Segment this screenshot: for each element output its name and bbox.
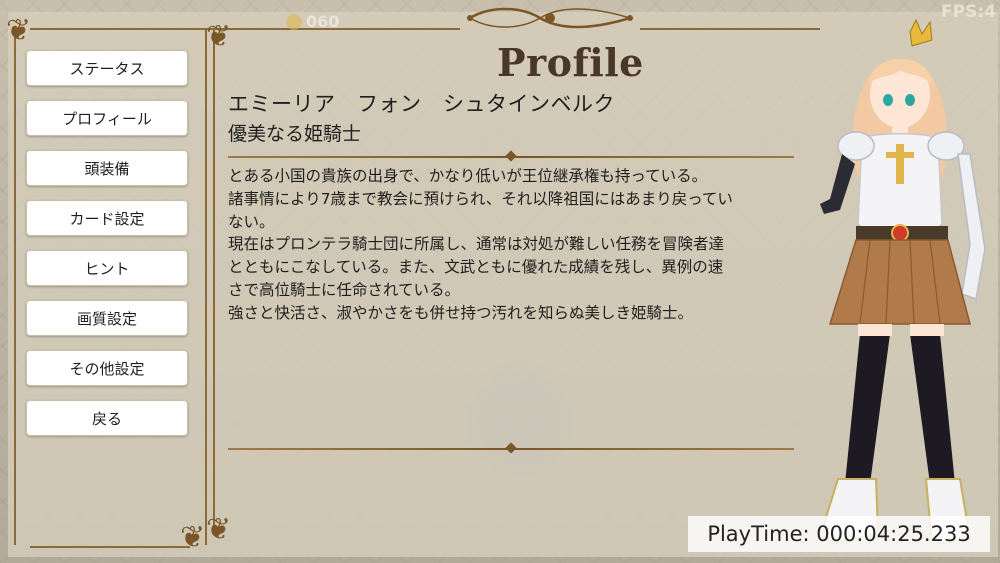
playtime-display: PlayTime: 000:04:25.233 xyxy=(688,516,990,552)
description-line: 諸事情により7歳まで教会に預けられ、それ以降祖国にはあまり戻ってい xyxy=(228,189,733,208)
corner-ornament-inner-top-icon: ❦ xyxy=(206,19,232,54)
description-line: とともにこなしている。また、文武ともに優れた成績を残し、異例の速 xyxy=(228,258,724,277)
menu-label: その他設定 xyxy=(69,359,145,378)
menu-profile-button[interactable]: プロフィール xyxy=(26,100,188,136)
description-line: 現在はプロンテラ騎士団に所属し、通常は対処が難しい任務を冒険者達 xyxy=(228,235,725,254)
menu-label: ヒント xyxy=(84,259,130,278)
character-portrait xyxy=(820,18,986,546)
hud-score: 060 xyxy=(306,12,340,31)
menu-hint-button[interactable]: ヒント xyxy=(26,250,188,286)
menu-label: ステータス xyxy=(69,59,145,78)
divider-top xyxy=(228,156,794,158)
frame-left-outer xyxy=(14,30,16,545)
character-name: エミーリア フォン シュタインベルク xyxy=(228,92,615,116)
menu-label: 戻る xyxy=(91,409,122,428)
menu-other-settings-button[interactable]: その他設定 xyxy=(26,350,188,386)
menu-status-button[interactable]: ステータス xyxy=(26,50,188,86)
frame-left-inner xyxy=(205,30,207,545)
frame-top-right xyxy=(640,28,820,30)
menu-label: プロフィール xyxy=(62,109,152,128)
menu-card-settings-button[interactable]: カード設定 xyxy=(26,200,188,236)
side-menu: ステータス プロフィール 頭装備 カード設定 ヒント 画質設定 その他設定 戻る xyxy=(26,50,190,450)
corner-ornament-bottom-left-icon: ❦ xyxy=(180,520,206,555)
description-line: とある小国の貴族の出身で、かなり低いが王位継承権も持っている。 xyxy=(228,167,708,185)
menu-head-equipment-button[interactable]: 頭装備 xyxy=(26,150,188,186)
frame-inner-left xyxy=(213,30,215,530)
page-title: Profile xyxy=(497,40,644,85)
character-epithet: 優美なる姫騎士 xyxy=(228,123,362,145)
divider-bottom xyxy=(228,448,794,450)
menu-label: 頭装備 xyxy=(84,159,130,178)
character-description: とある小国の貴族の出身で、かなり低いが王位継承権も持っている。 諸事情により7歳… xyxy=(228,165,802,325)
description-line: 強さと快活さ、淑やかさをも併せ持つ汚れを知らぬ美しき姫騎士。 xyxy=(228,303,694,322)
menu-label: カード設定 xyxy=(69,209,145,228)
frame-top xyxy=(30,28,460,30)
top-scroll-ornament-icon xyxy=(467,7,633,29)
corner-ornament-top-left-icon: ❦ xyxy=(6,13,32,48)
menu-label: 画質設定 xyxy=(76,309,137,328)
menu-back-button[interactable]: 戻る xyxy=(26,400,188,436)
description-line: ない。 xyxy=(228,212,275,231)
menu-graphics-settings-button[interactable]: 画質設定 xyxy=(26,300,188,336)
frame-bottom xyxy=(30,546,190,548)
coin-icon xyxy=(286,14,302,30)
corner-ornament-inner-bottom-icon: ❦ xyxy=(206,512,232,547)
description-line: さで高位騎士に任命されている。 xyxy=(228,280,461,299)
